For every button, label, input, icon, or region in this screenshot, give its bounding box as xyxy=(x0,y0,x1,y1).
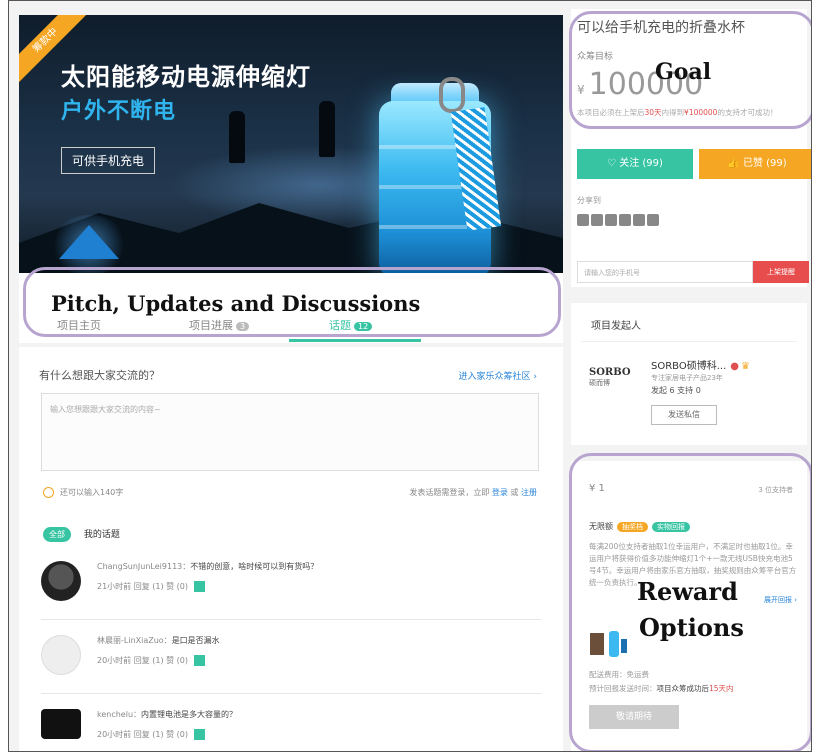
wechat-icon[interactable] xyxy=(577,214,589,226)
post-user[interactable]: 林晨丽-LinXiaZuo： xyxy=(97,636,172,645)
hero-title-bold: 伸缩灯 xyxy=(236,63,311,91)
sponsor-name-row: SORBO硕博科... ● ♛ xyxy=(651,357,750,372)
hero-hiker-1 xyxy=(229,111,245,163)
post-meta-text: 21小时前 回复 (1) 赞 (0) xyxy=(97,582,189,591)
sponsor-logo[interactable]: SORBO 硕而博 xyxy=(589,367,631,388)
hero-tent xyxy=(59,225,119,259)
topic-textarea[interactable]: 输入您想跟跟大家交流的内容~ xyxy=(41,393,539,471)
topic-filter: 全部 我的话题 xyxy=(43,527,120,542)
like-button[interactable]: 👍 已赞 (99) xyxy=(699,149,811,179)
filter-mine[interactable]: 我的话题 xyxy=(84,530,120,540)
notify-button[interactable]: 上架提醒 xyxy=(753,261,809,283)
comment-icon[interactable] xyxy=(194,655,206,666)
sponsor-name[interactable]: SORBO硕博科... xyxy=(651,361,726,372)
post-message[interactable]: 不错的创意，啥时候可以到有货吗？ xyxy=(190,562,318,571)
register-link[interactable]: 注册 xyxy=(521,488,537,497)
share-label: 分享到 xyxy=(577,196,601,205)
message-button[interactable]: 发送私信 xyxy=(651,405,717,425)
pitch-annotation-label: Pitch, Updates and Discussions xyxy=(51,291,421,316)
login-prompt: 发表话题需登录，立即 登录 或 注册 xyxy=(409,487,537,498)
post-message[interactable]: 是口是否漏水 xyxy=(172,636,220,645)
post-user[interactable]: ChangSunJunLei9113： xyxy=(97,562,190,571)
renren-icon[interactable] xyxy=(633,214,645,226)
hero-subtitle: 户外不断电 xyxy=(61,99,177,124)
crown-icon: ♛ xyxy=(741,361,750,372)
comment-icon[interactable] xyxy=(194,729,206,740)
filter-all[interactable]: 全部 xyxy=(43,527,71,542)
avatar[interactable] xyxy=(41,635,81,675)
post-message[interactable]: 内置锂电池是多大容量的？ xyxy=(141,710,237,719)
sponsor-heading: 项目发起人 xyxy=(591,321,641,332)
weibo-icon[interactable] xyxy=(591,214,603,226)
post-meta-text: 20小时前 回复 (1) 赞 (0) xyxy=(97,656,189,665)
active-tab-indicator xyxy=(289,339,421,342)
page-frame: 筹款中 太阳能移动电源伸缩灯 户外不断电 可供手机充电 项目主页 项目进展 3 话… xyxy=(8,0,812,752)
hero-carabiner xyxy=(439,77,465,113)
post-meta: 20小时前 回复 (1) 赞 (0) xyxy=(97,655,206,666)
reward-annotation-label-1: Reward xyxy=(637,577,738,606)
goal-annotation-label: Goal xyxy=(655,59,712,85)
post-header: kenchelu：内置锂电池是多大容量的？ xyxy=(97,709,237,720)
follow-button[interactable]: ♡ 关注 (99) xyxy=(577,149,693,179)
avatar[interactable] xyxy=(41,709,81,739)
comment-icon[interactable] xyxy=(194,581,206,592)
qzone-icon[interactable] xyxy=(605,214,617,226)
smiley-icon[interactable] xyxy=(43,487,54,498)
post-header: ChangSunJunLei9113：不错的创意，啥时候可以到有货吗？ xyxy=(97,561,318,572)
sponsor-logo-sub: 硕而博 xyxy=(589,379,610,387)
douban-icon[interactable] xyxy=(619,214,631,226)
reward-annotation-label-2: Options xyxy=(639,613,744,642)
hero-hiker-2 xyxy=(319,101,335,157)
post-user[interactable]: kenchelu： xyxy=(97,710,141,719)
sponsor-desc: 专注家居电子产品23年 xyxy=(651,374,723,382)
phone-input[interactable]: 请输入您的手机号 xyxy=(577,261,753,283)
divider xyxy=(41,693,541,694)
login-prompt-text: 发表话题需登录，立即 xyxy=(409,488,490,497)
post-header: 林晨丽-LinXiaZuo：是口是否漏水 xyxy=(97,635,220,646)
char-counter-text: 还可以输入140字 xyxy=(60,488,124,497)
login-link[interactable]: 登录 xyxy=(492,488,508,497)
sponsor-stats: 发起 6 支持 0 xyxy=(651,386,701,395)
post-meta-text: 20小时前 回复 (1) 赞 (0) xyxy=(97,730,189,739)
sponsor-card: 项目发起人 SORBO 硕而博 SORBO硕博科... ● ♛ 专注家居电子产品23年… xyxy=(571,303,807,445)
post-meta: 20小时前 回复 (1) 赞 (0) xyxy=(97,729,206,740)
divider xyxy=(41,619,541,620)
topic-placeholder: 输入您想跟跟大家交流的内容~ xyxy=(50,405,161,414)
community-link[interactable]: 进入家乐众筹社区 › xyxy=(459,369,537,382)
sponsor-logo-text: SORBO xyxy=(589,367,631,378)
avatar[interactable] xyxy=(41,561,81,601)
hero-title: 太阳能移动电源伸缩灯 xyxy=(61,57,311,92)
project-hero-image: 筹款中 太阳能移动电源伸缩灯 户外不断电 可供手机充电 xyxy=(19,15,563,273)
discussion-panel: 有什么想跟大家交流的？ 进入家乐众筹社区 › 输入您想跟跟大家交流的内容~ 还可… xyxy=(19,347,563,751)
hero-tag: 可供手机充电 xyxy=(61,147,156,174)
verified-icon: ● xyxy=(730,361,739,372)
char-counter: 还可以输入140字 xyxy=(43,487,123,498)
post-meta: 21小时前 回复 (1) 赞 (0) xyxy=(97,581,206,592)
qq-icon[interactable] xyxy=(647,214,659,226)
hero-title-plain: 太阳能移动电源 xyxy=(61,63,236,91)
divider xyxy=(581,341,797,342)
share-icons xyxy=(577,211,661,230)
login-or: 或 xyxy=(510,488,519,497)
discussion-prompt: 有什么想跟大家交流的？ xyxy=(39,369,160,382)
